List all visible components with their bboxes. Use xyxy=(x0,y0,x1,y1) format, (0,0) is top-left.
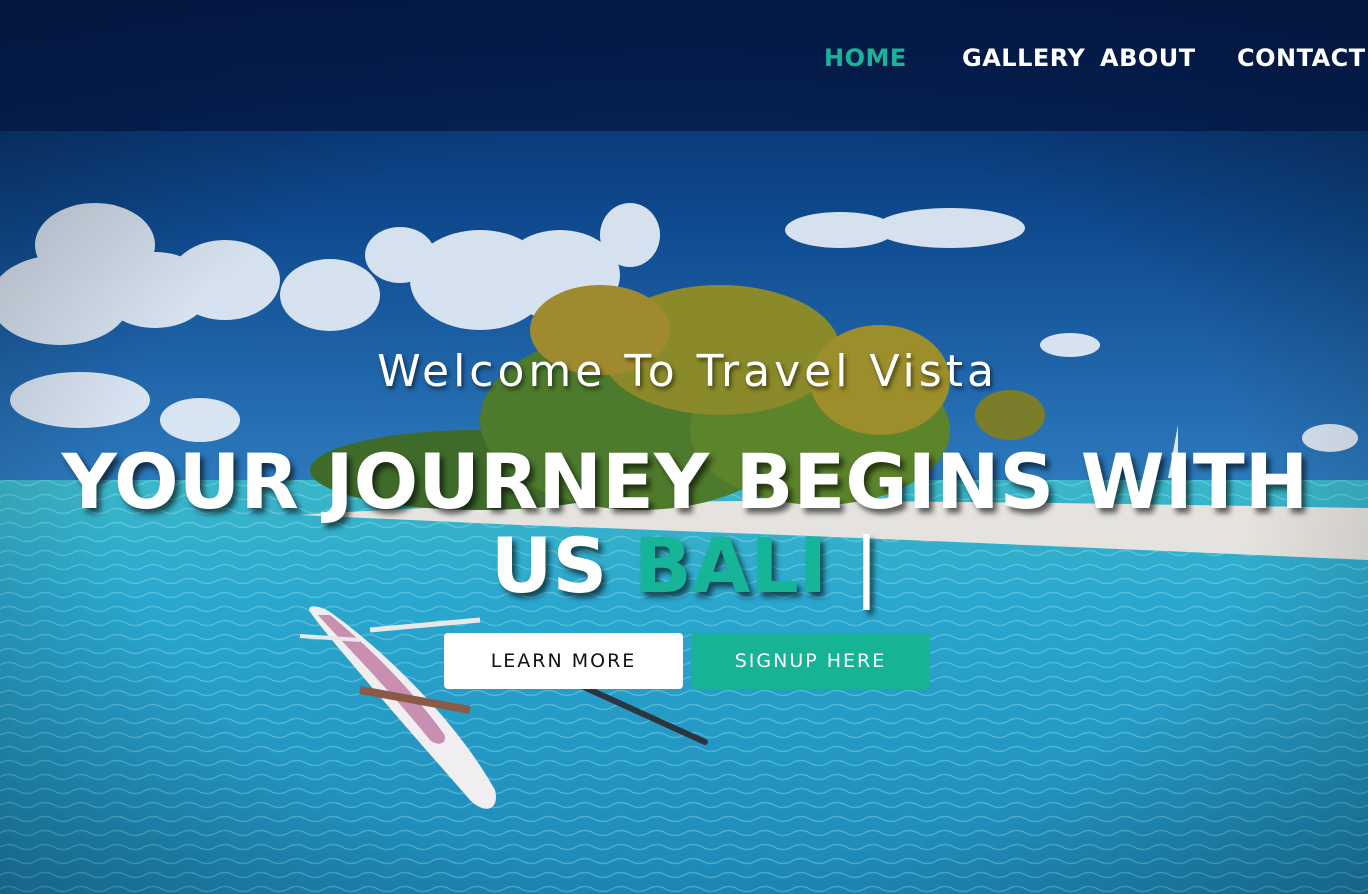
hero-headline: YOUR JOURNEY BEGINS WITH US BALI | xyxy=(40,440,1330,608)
welcome-heading: Welcome To Travel Vista xyxy=(377,346,998,397)
nav-about-link[interactable]: ABOUT xyxy=(1100,44,1196,72)
nav-contact-link[interactable]: CONTACT xyxy=(1237,44,1366,72)
main-nav: HOME GALLERY ABOUT CONTACT xyxy=(0,44,1368,84)
learn-more-button[interactable]: LEARN MORE xyxy=(444,633,683,689)
nav-gallery-link[interactable]: GALLERY xyxy=(962,44,1085,72)
hero-section: HOME GALLERY ABOUT CONTACT Welcome To Tr… xyxy=(0,0,1368,894)
top-navigation-bar: HOME GALLERY ABOUT CONTACT xyxy=(0,0,1368,131)
typing-cursor: | xyxy=(853,521,880,610)
signup-here-button[interactable]: SIGNUP HERE xyxy=(691,633,930,689)
headline-destination-text: BALI xyxy=(633,521,828,610)
nav-home-link[interactable]: HOME xyxy=(824,44,907,72)
